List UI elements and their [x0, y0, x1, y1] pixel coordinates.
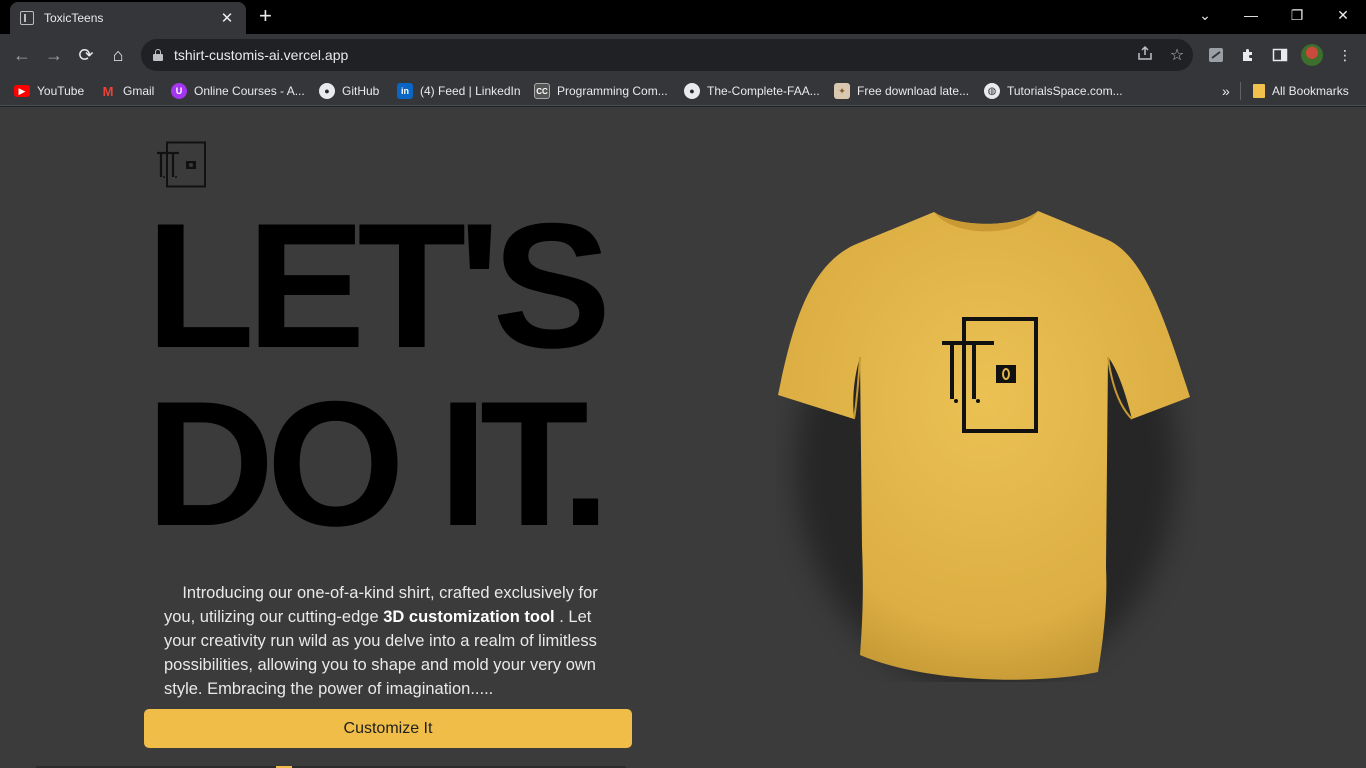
bookmarks-divider	[1240, 82, 1241, 100]
bookmark-label: Online Courses - A...	[194, 84, 305, 98]
bookmark-label: GitHub	[342, 84, 380, 98]
headline-line-1: LET'S	[146, 186, 611, 385]
bookmark-programming[interactable]: CC Programming Com...	[534, 81, 668, 101]
courses-icon: U	[171, 83, 187, 99]
all-bookmarks-button[interactable]: All Bookmarks	[1253, 81, 1349, 101]
home-button[interactable]: ⌂	[106, 43, 130, 67]
back-button[interactable]: ←	[10, 43, 34, 67]
intro-paragraph: Introducing our one-of-a-kind shirt, cra…	[164, 581, 614, 701]
bookmark-label: (4) Feed | LinkedIn	[420, 84, 521, 98]
download-icon: ✦	[834, 83, 850, 99]
bookmarks-overflow-button[interactable]: »	[1222, 81, 1230, 101]
github-icon: ●	[684, 83, 700, 99]
new-tab-button[interactable]: +	[259, 5, 272, 27]
puzzle-extensions-icon[interactable]	[1238, 45, 1258, 65]
side-panel-icon[interactable]	[1270, 45, 1290, 65]
tab-favicon-icon	[20, 11, 34, 25]
hero-headline: LET'S DO IT.	[146, 186, 611, 563]
bookmark-tutorialsspace[interactable]: ◍ TutorialsSpace.com...	[984, 81, 1123, 101]
bookmark-free-download[interactable]: ✦ Free download late...	[834, 81, 969, 101]
intro-highlight: 3D customization tool	[383, 608, 555, 626]
youtube-icon: ▶	[14, 85, 30, 97]
customize-it-button[interactable]: Customize It	[144, 709, 632, 748]
more-menu-icon[interactable]: ⋮	[1335, 45, 1355, 65]
bookmarks-bar: ▶ YouTube M Gmail U Online Courses - A..…	[0, 76, 1366, 106]
cc-icon: CC	[534, 83, 550, 99]
address-bar[interactable]: tshirt-customis-ai.vercel.app ☆	[141, 39, 1193, 71]
headline-line-2: DO IT.	[146, 364, 610, 563]
browser-titlebar: ToxicTeens ✕ + ⌄ — ❐ ✕	[0, 0, 1366, 34]
forward-button[interactable]: →	[42, 43, 66, 67]
linkedin-icon: in	[397, 83, 413, 99]
tab-close-icon[interactable]: ✕	[218, 9, 236, 27]
browser-toolbar: ← → ⟳ ⌂ tshirt-customis-ai.vercel.app ☆ …	[0, 34, 1366, 76]
bookmark-label: Free download late...	[857, 84, 970, 98]
github-icon: ●	[319, 83, 335, 99]
active-tab[interactable]: ToxicTeens ✕	[10, 2, 246, 34]
all-bookmarks-label: All Bookmarks	[1272, 84, 1349, 98]
tab-title: ToxicTeens	[44, 11, 104, 25]
bookmark-faang[interactable]: ● The-Complete-FAA...	[684, 81, 820, 101]
tab-search-chevron-icon[interactable]: ⌄	[1182, 0, 1228, 30]
reload-button[interactable]: ⟳	[74, 43, 98, 67]
gmail-icon: M	[102, 83, 114, 99]
bookmark-online-courses[interactable]: U Online Courses - A...	[171, 81, 305, 101]
close-window-button[interactable]: ✕	[1320, 0, 1366, 30]
folder-icon	[1253, 84, 1265, 98]
bookmark-label: Programming Com...	[557, 84, 668, 98]
share-icon[interactable]	[1129, 45, 1161, 66]
bookmark-youtube[interactable]: ▶ YouTube	[14, 81, 84, 101]
bookmark-label: Gmail	[123, 84, 155, 98]
bookmark-label: YouTube	[37, 84, 85, 98]
bookmark-github[interactable]: ● GitHub	[319, 81, 379, 101]
page-content: LET'S DO IT. Introducing our one-of-a-ki…	[0, 107, 1366, 768]
globe-icon: ◍	[984, 83, 1000, 99]
minimize-button[interactable]: —	[1228, 0, 1274, 30]
bookmark-label: The-Complete-FAA...	[707, 84, 820, 98]
lock-icon[interactable]	[153, 49, 163, 61]
restore-button[interactable]: ❐	[1274, 0, 1320, 30]
extension-icon[interactable]	[1206, 45, 1226, 65]
tshirt-3d-model[interactable]	[776, 207, 1196, 682]
profile-avatar[interactable]	[1301, 44, 1323, 66]
toxicteens-logo[interactable]	[155, 141, 207, 189]
bookmark-linkedin[interactable]: in (4) Feed | LinkedIn	[397, 81, 521, 101]
bookmark-label: TutorialsSpace.com...	[1007, 84, 1123, 98]
url-text[interactable]: tshirt-customis-ai.vercel.app	[174, 47, 1129, 63]
bookmark-star-icon[interactable]: ☆	[1161, 45, 1193, 65]
bookmark-gmail[interactable]: M Gmail	[100, 81, 155, 101]
